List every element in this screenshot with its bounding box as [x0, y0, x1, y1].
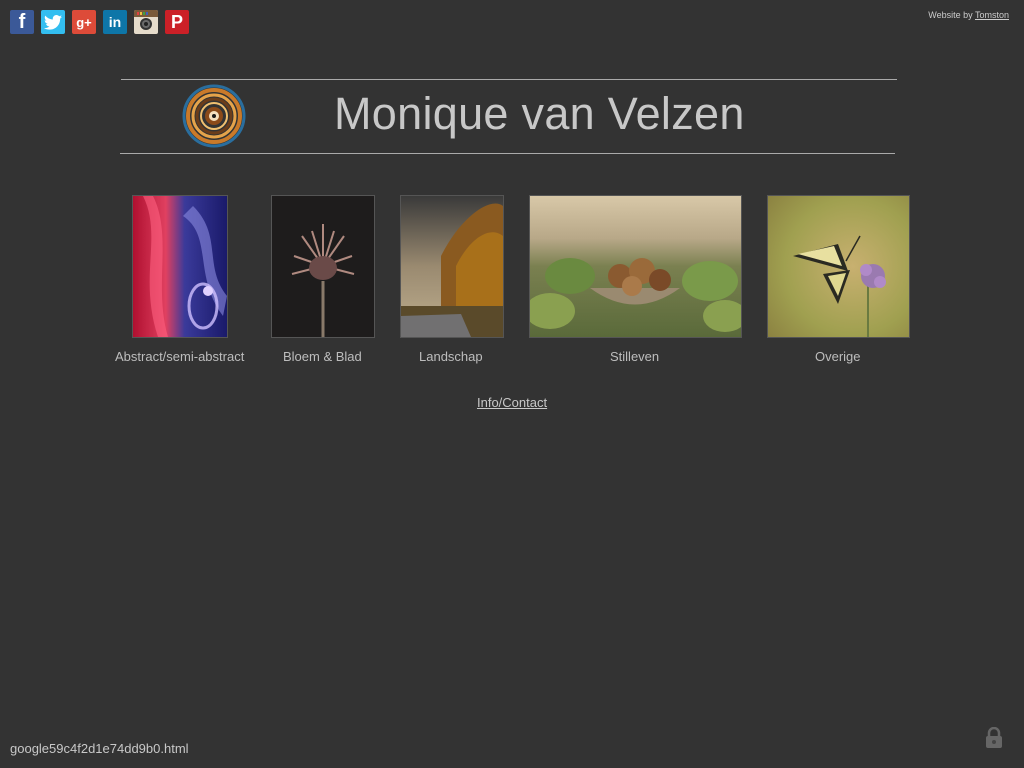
credit-prefix: Website by: [928, 10, 973, 20]
gallery-thumb-bloem-blad[interactable]: [271, 195, 375, 338]
footer-filename: google59c4f2d1e74dd9b0.html: [10, 741, 189, 756]
gallery-thumb-overige[interactable]: [767, 195, 910, 338]
header-bottom-divider: [120, 153, 895, 154]
lock-icon: [985, 726, 1003, 749]
info-contact-link[interactable]: Info/Contact: [477, 395, 547, 410]
gallery-thumb-stilleven[interactable]: [529, 195, 742, 338]
gallery-caption-stilleven[interactable]: Stilleven: [610, 349, 659, 364]
facebook-icon[interactable]: f: [10, 10, 34, 34]
credit-link[interactable]: Tomston: [975, 10, 1009, 20]
header-top-divider: [121, 79, 897, 80]
facebook-glyph: f: [18, 10, 26, 33]
page: f g+ in P Website by Tomston Monique van…: [0, 0, 1024, 768]
gallery-thumb-abstract[interactable]: [132, 195, 228, 338]
social-links: f g+ in P: [10, 10, 189, 34]
pinterest-glyph: P: [170, 11, 183, 32]
site-logo[interactable]: [182, 84, 246, 148]
website-credit: Website by Tomston: [928, 10, 1009, 20]
gallery-caption-landschap[interactable]: Landschap: [419, 349, 483, 364]
gallery-caption-bloem-blad[interactable]: Bloem & Blad: [283, 349, 362, 364]
google-plus-glyph: g+: [76, 14, 92, 30]
site-title: Monique van Velzen: [334, 88, 745, 139]
instagram-icon[interactable]: [134, 10, 158, 34]
google-plus-icon[interactable]: g+: [72, 10, 96, 34]
gallery-caption-abstract[interactable]: Abstract/semi-abstract: [115, 349, 244, 364]
gallery-thumb-landschap[interactable]: [400, 195, 504, 338]
gallery-caption-overige[interactable]: Overige: [815, 349, 861, 364]
twitter-icon[interactable]: [41, 10, 65, 34]
linkedin-icon[interactable]: in: [103, 10, 127, 34]
pinterest-icon[interactable]: P: [165, 10, 189, 34]
linkedin-glyph: in: [108, 14, 122, 30]
